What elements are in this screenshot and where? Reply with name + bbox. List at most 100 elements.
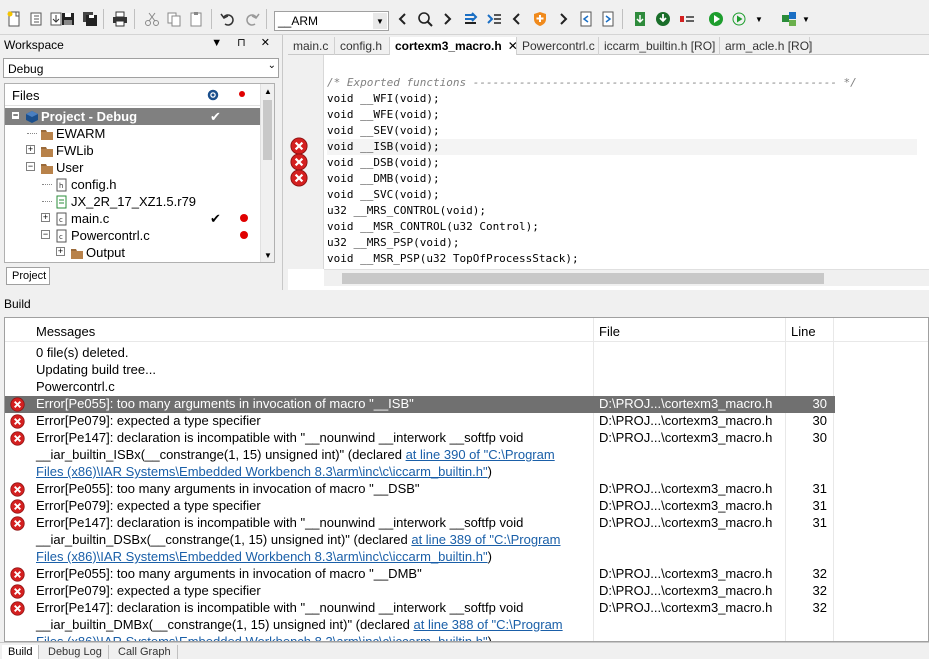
gear-icon[interactable]: [206, 88, 220, 102]
save-all-button[interactable]: [80, 9, 100, 29]
toolbar-overflow-button[interactable]: ▼: [754, 9, 764, 29]
code-line[interactable]: u32 __MRS_PSP(void);: [327, 235, 459, 251]
column-header-file[interactable]: File: [599, 324, 620, 339]
editor-tab[interactable]: iccarm_builtin.h [RO]: [599, 37, 720, 55]
build-message-row[interactable]: Error[Pe055]: too many arguments in invo…: [5, 481, 835, 498]
navigate-forward-button[interactable]: [598, 9, 618, 29]
build-message-row[interactable]: Error[Pe147]: declaration is incompatibl…: [5, 600, 835, 617]
column-header-messages[interactable]: Messages: [36, 324, 95, 339]
chevron-down-icon[interactable]: ▼: [373, 13, 387, 29]
tree-node[interactable]: + Output: [5, 244, 261, 261]
new-file-button[interactable]: [4, 9, 24, 29]
scroll-up-icon[interactable]: ▲: [264, 87, 272, 96]
build-tab[interactable]: Call Graph: [112, 645, 178, 659]
editor-horizontal-scrollbar[interactable]: [324, 269, 929, 286]
find-previous-button[interactable]: [393, 9, 413, 29]
source-link[interactable]: Files (x86)\IAR Systems\Embedded Workben…: [36, 464, 488, 479]
collapse-icon[interactable]: −: [41, 230, 50, 239]
tree-node[interactable]: + c main.c ✔: [5, 210, 261, 227]
tree-node[interactable]: − c Powercontrl.c: [5, 227, 261, 244]
redo-button[interactable]: [242, 9, 262, 29]
build-message-row[interactable]: Error[Pe079]: expected a type specifier D…: [5, 498, 835, 515]
build-tab[interactable]: Debug Log: [42, 645, 109, 659]
go-to-button[interactable]: [461, 9, 481, 29]
workspace-window-controls[interactable]: ▼ ⊓ ✕: [211, 36, 276, 49]
expand-icon[interactable]: +: [41, 213, 50, 222]
editor-tab[interactable]: main.c: [288, 37, 335, 55]
stop-build-button[interactable]: [677, 9, 697, 29]
tree-node[interactable]: + FWLib: [5, 142, 261, 159]
copy-button[interactable]: [164, 9, 184, 29]
expand-icon[interactable]: +: [56, 247, 65, 256]
editor-tab[interactable]: config.h: [335, 37, 390, 55]
open-file-button[interactable]: [27, 9, 47, 29]
editor-tab[interactable]: Powercontrl.c: [517, 37, 599, 55]
editor-tab[interactable]: cortexm3_macro.h ✕: [390, 37, 518, 55]
code-line[interactable]: /* Exported functions ------------------…: [327, 75, 857, 91]
column-header-line[interactable]: Line: [791, 324, 816, 339]
tree-node[interactable]: JX_2R_17_XZ1.5.r79: [5, 193, 261, 210]
source-link[interactable]: Files (x86)\IAR Systems\Embedded Workben…: [36, 634, 488, 641]
code-line[interactable]: u32 __MRS_CONTROL(void);: [327, 203, 486, 219]
chevron-down-icon[interactable]: ⌄: [268, 60, 276, 71]
configuration-select[interactable]: Debug ⌄: [3, 58, 279, 78]
code-line[interactable]: void __MSR_CONTROL(u32 Control);: [327, 219, 539, 235]
build-message-row[interactable]: Error[Pe055]: too many arguments in invo…: [5, 396, 835, 413]
source-link[interactable]: at line 390 of "C:\Program: [406, 447, 555, 462]
code-line[interactable]: void __WFE(void);: [327, 107, 440, 123]
source-link[interactable]: at line 389 of "C:\Program: [411, 532, 560, 547]
previous-bookmark-button[interactable]: [507, 9, 527, 29]
editor-scroll-thumb[interactable]: [342, 273, 824, 284]
tree-scroll-thumb[interactable]: [263, 100, 272, 160]
find-next-button[interactable]: [437, 9, 457, 29]
editor-tab[interactable]: arm_acle.h [RO]: [720, 37, 812, 55]
build-tab[interactable]: Build: [2, 645, 40, 659]
paste-button[interactable]: [186, 9, 206, 29]
build-message-row[interactable]: Powercontrl.c: [5, 379, 835, 396]
find-combo[interactable]: __ARM ▼: [274, 11, 389, 31]
expand-icon[interactable]: +: [26, 145, 35, 154]
next-bookmark-button[interactable]: [553, 9, 573, 29]
code-line[interactable]: void __SVC(void);: [327, 187, 440, 203]
code-line[interactable]: void __MSR_PSP(u32 TopOfProcessStack);: [327, 251, 579, 267]
source-link[interactable]: Files (x86)\IAR Systems\Embedded Workben…: [36, 549, 488, 564]
undo-button[interactable]: [218, 9, 238, 29]
build-message-row[interactable]: Error[Pe079]: expected a type specifier D…: [5, 413, 835, 430]
code-line[interactable]: void __SEV(void);: [327, 123, 440, 139]
compile-button[interactable]: [630, 9, 650, 29]
tab-project[interactable]: Project: [6, 267, 50, 285]
build-message-row[interactable]: Files (x86)\IAR Systems\Embedded Workben…: [5, 464, 835, 481]
find-button[interactable]: [415, 9, 435, 29]
code-line[interactable]: void __DMB(void);: [327, 171, 440, 187]
build-message-row[interactable]: Files (x86)\IAR Systems\Embedded Workben…: [5, 634, 835, 641]
scroll-down-icon[interactable]: ▼: [264, 251, 272, 260]
navigate-backward-button[interactable]: [576, 9, 596, 29]
build-message-row[interactable]: __iar_builtin_ISBx(__constrange(1, 15) u…: [5, 447, 835, 464]
collapse-icon[interactable]: −: [26, 162, 35, 171]
tree-node[interactable]: − User: [5, 159, 261, 176]
plugin-button[interactable]: [779, 9, 799, 29]
tree-node[interactable]: EWARM: [5, 125, 261, 142]
code-line[interactable]: void __DSB(void);: [327, 155, 440, 171]
download-and-debug-button[interactable]: [706, 9, 726, 29]
code-line[interactable]: void __ISB(void);: [327, 139, 917, 155]
build-message-row[interactable]: __iar_builtin_DMBx(__constrange(1, 15) u…: [5, 617, 835, 634]
build-message-row[interactable]: Files (x86)\IAR Systems\Embedded Workben…: [5, 549, 835, 566]
code-area[interactable]: /* Exported functions ------------------…: [327, 75, 917, 269]
make-button[interactable]: [653, 9, 673, 29]
editor-gutter[interactable]: [288, 55, 324, 269]
toggle-bookmark-button[interactable]: [484, 9, 504, 29]
error-marker[interactable]: [290, 169, 308, 187]
save-button[interactable]: [58, 9, 78, 29]
build-message-row[interactable]: Error[Pe147]: declaration is incompatibl…: [5, 430, 835, 447]
build-message-row[interactable]: __iar_builtin_DSBx(__constrange(1, 15) u…: [5, 532, 835, 549]
toggle-breakpoint-button[interactable]: [530, 9, 550, 29]
source-link[interactable]: at line 388 of "C:\Program: [414, 617, 563, 632]
build-message-row[interactable]: 0 file(s) deleted.: [5, 345, 835, 362]
build-message-row[interactable]: Updating build tree...: [5, 362, 835, 379]
build-message-row[interactable]: Error[Pe055]: too many arguments in invo…: [5, 566, 835, 583]
build-message-row[interactable]: Error[Pe147]: declaration is incompatibl…: [5, 515, 835, 532]
code-line[interactable]: void __WFI(void);: [327, 91, 440, 107]
tree-node[interactable]: − Project - Debug ✔: [5, 108, 261, 125]
tree-vertical-scrollbar[interactable]: ▲ ▼: [260, 84, 274, 262]
